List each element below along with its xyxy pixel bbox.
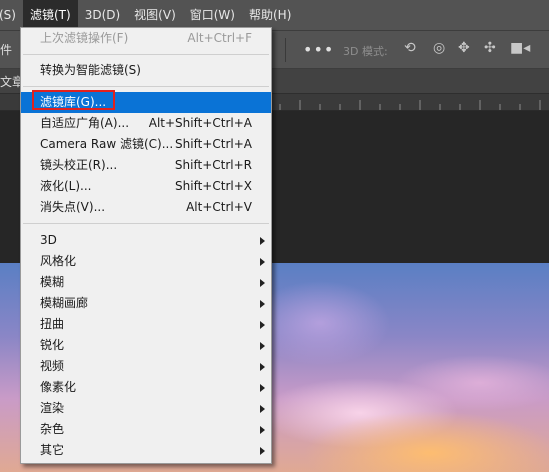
submenu-blur-gallery-label: 模糊画廊	[40, 296, 89, 310]
submenu-arrow-icon	[260, 342, 265, 350]
menu-item-filter-gallery[interactable]: 滤镜库(G)...	[21, 92, 271, 113]
menu-separator	[23, 54, 269, 55]
submenu-distort[interactable]: 扭曲	[21, 314, 271, 335]
submenu-blur[interactable]: 模糊	[21, 272, 271, 293]
more-options-icon[interactable]: •••	[303, 40, 334, 59]
menu-separator	[23, 223, 269, 224]
liquify-label: 液化(L)...	[40, 179, 92, 193]
menu-item-camera-raw[interactable]: Camera Raw 滤镜(C)... Shift+Ctrl+A	[21, 134, 271, 155]
submenu-render[interactable]: 渲染	[21, 398, 271, 419]
slide-3d-icon[interactable]: ✣	[484, 40, 496, 56]
submenu-blur-label: 模糊	[40, 275, 65, 289]
vanishing-point-shortcut: Alt+Ctrl+V	[186, 200, 252, 214]
submenu-stylize[interactable]: 风格化	[21, 251, 271, 272]
filter-menu-dropdown: 上次滤镜操作(F) Alt+Ctrl+F 转换为智能滤镜(S) 滤镜库(G)..…	[20, 27, 272, 464]
submenu-pixelate[interactable]: 像素化	[21, 377, 271, 398]
menu-window[interactable]: 窗口(W)	[183, 0, 242, 30]
menu-item-convert-smart-filter[interactable]: 转换为智能滤镜(S)	[21, 60, 271, 81]
submenu-3d[interactable]: 3D	[21, 230, 271, 251]
menu-item-vanishing-point[interactable]: 消失点(V)... Alt+Ctrl+V	[21, 197, 271, 218]
submenu-arrow-icon	[260, 300, 265, 308]
submenu-3d-label: 3D	[40, 233, 57, 247]
submenu-arrow-icon	[260, 321, 265, 329]
submenu-arrow-icon	[260, 363, 265, 371]
submenu-other[interactable]: 其它	[21, 440, 271, 461]
submenu-blur-gallery[interactable]: 模糊画廊	[21, 293, 271, 314]
lens-correction-shortcut: Shift+Ctrl+R	[174, 158, 252, 172]
filter-gallery-label: 滤镜库(G)...	[40, 95, 107, 109]
camera-raw-label: Camera Raw 滤镜(C)...	[40, 137, 174, 151]
menu-view[interactable]: 视图(V)	[127, 0, 183, 30]
adaptive-wide-angle-label: 自适应广角(A)...	[40, 116, 130, 130]
adaptive-wide-angle-shortcut: Alt+Shift+Ctrl+A	[148, 116, 252, 130]
submenu-arrow-icon	[260, 258, 265, 266]
submenu-arrow-icon	[260, 237, 265, 245]
menu-item-adaptive-wide-angle[interactable]: 自适应广角(A)... Alt+Shift+Ctrl+A	[21, 113, 271, 134]
menu-3d[interactable]: 3D(D)	[78, 0, 127, 30]
submenu-render-label: 渲染	[40, 401, 65, 415]
submenu-video[interactable]: 视频	[21, 356, 271, 377]
submenu-noise-label: 杂色	[40, 422, 65, 436]
options-divider	[285, 38, 286, 62]
submenu-arrow-icon	[260, 447, 265, 455]
submenu-arrow-icon	[260, 426, 265, 434]
orbit-3d-icon[interactable]: ⟲	[404, 40, 416, 56]
submenu-other-label: 其它	[40, 443, 65, 457]
menu-help[interactable]: 帮助(H)	[242, 0, 298, 30]
submenu-arrow-icon	[260, 384, 265, 392]
menu-item-last-filter: 上次滤镜操作(F) Alt+Ctrl+F	[21, 28, 271, 49]
submenu-noise[interactable]: 杂色	[21, 419, 271, 440]
convert-smart-filter-label: 转换为智能滤镜(S)	[40, 63, 141, 77]
last-filter-label: 上次滤镜操作(F)	[40, 31, 129, 45]
submenu-arrow-icon	[260, 279, 265, 287]
submenu-distort-label: 扭曲	[40, 317, 65, 331]
submenu-pixelate-label: 像素化	[40, 380, 77, 394]
mode-3d-label: 3D 模式:	[343, 45, 388, 58]
last-filter-shortcut: Alt+Ctrl+F	[187, 31, 252, 45]
menu-select[interactable]: (S)	[0, 0, 23, 30]
liquify-shortcut: Shift+Ctrl+X	[175, 179, 252, 193]
menu-separator	[23, 86, 269, 87]
lens-correction-label: 镜头校正(R)...	[40, 158, 118, 172]
menu-item-lens-correction[interactable]: 镜头校正(R)... Shift+Ctrl+R	[21, 155, 271, 176]
options-left-label: 件	[0, 43, 13, 57]
roll-3d-icon[interactable]: ◎	[433, 40, 445, 56]
camera-raw-shortcut: Shift+Ctrl+A	[175, 137, 252, 151]
scale-3d-icon[interactable]: ■◂	[510, 40, 530, 56]
menu-filter[interactable]: 滤镜(T)	[22, 0, 78, 30]
submenu-video-label: 视频	[40, 359, 65, 373]
pan-3d-icon[interactable]: ✥	[458, 40, 470, 56]
submenu-sharpen-label: 锐化	[40, 338, 65, 352]
menu-item-liquify[interactable]: 液化(L)... Shift+Ctrl+X	[21, 176, 271, 197]
submenu-arrow-icon	[260, 405, 265, 413]
submenu-stylize-label: 风格化	[40, 254, 77, 268]
vanishing-point-label: 消失点(V)...	[40, 200, 106, 214]
submenu-sharpen[interactable]: 锐化	[21, 335, 271, 356]
